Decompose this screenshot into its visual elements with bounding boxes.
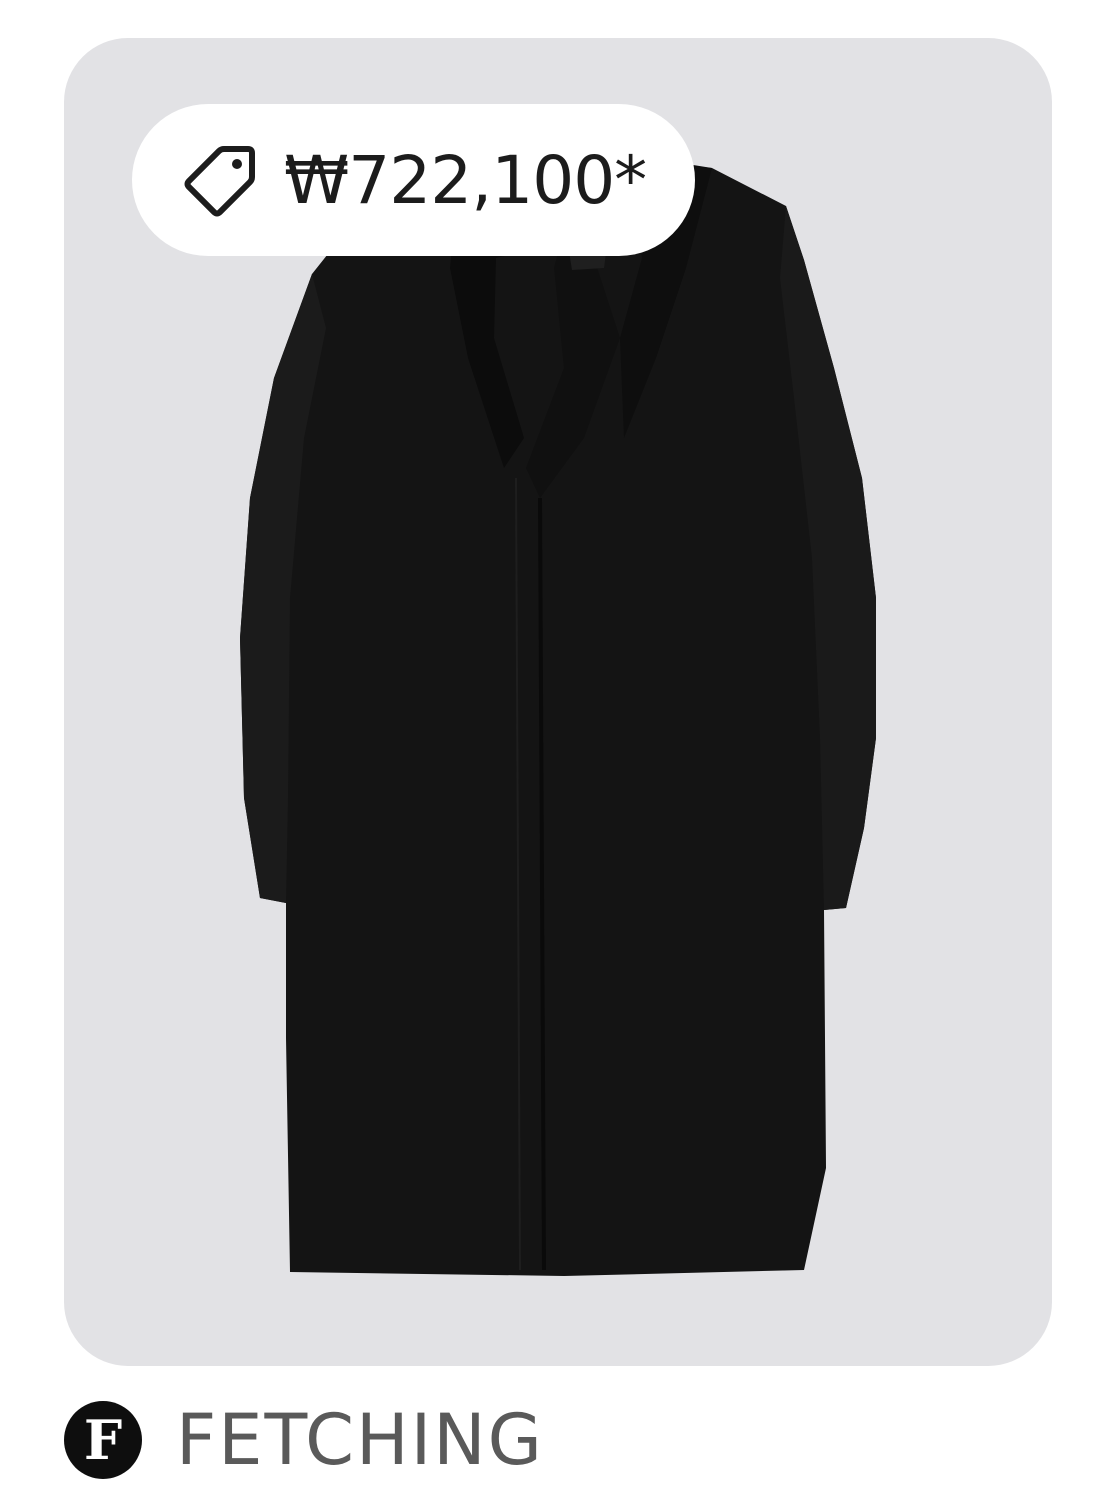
price-value: ₩722,100* bbox=[284, 141, 647, 219]
product-card[interactable]: ₩722,100* bbox=[64, 38, 1052, 1366]
price-tag-icon bbox=[182, 141, 260, 219]
merchant-row[interactable]: F FETCHING bbox=[64, 1396, 544, 1484]
merchant-logo: F bbox=[64, 1401, 142, 1479]
price-badge: ₩722,100* bbox=[132, 104, 695, 256]
merchant-name[interactable]: FETCHING bbox=[176, 1399, 544, 1481]
